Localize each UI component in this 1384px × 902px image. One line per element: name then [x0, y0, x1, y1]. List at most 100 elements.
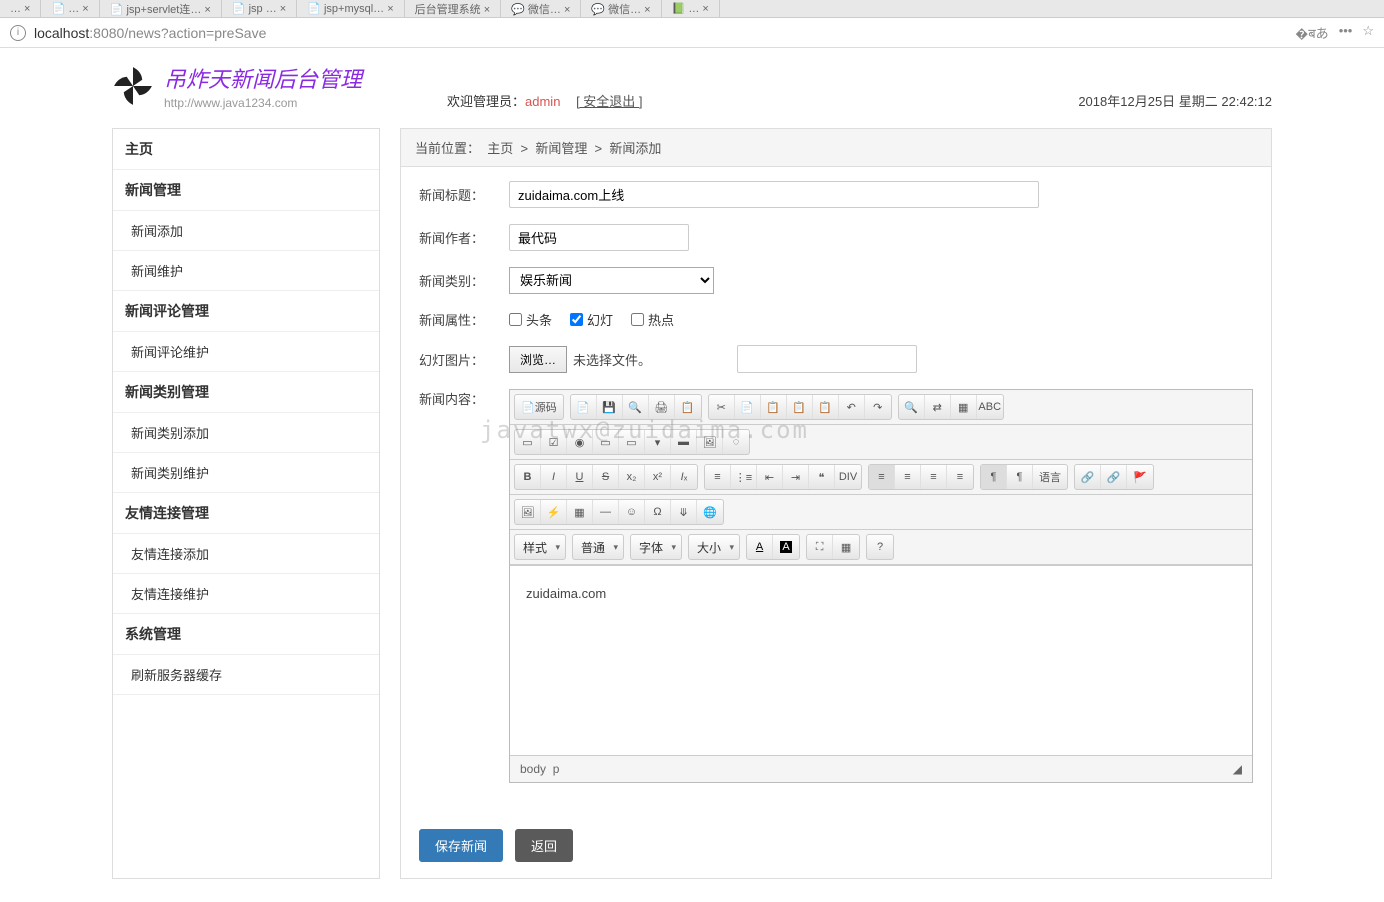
editor-body[interactable]: zuidaima.com — [510, 565, 1252, 755]
select-icon[interactable]: ▾ — [645, 430, 671, 454]
hidden-icon[interactable]: ◌ — [723, 430, 749, 454]
align-left-icon[interactable]: ≡ — [869, 465, 895, 489]
spellcheck-icon[interactable]: ABC — [977, 395, 1003, 419]
hot-checkbox[interactable] — [631, 313, 644, 326]
replace-icon[interactable]: ⇄ — [925, 395, 951, 419]
radio-icon[interactable]: ◉ — [567, 430, 593, 454]
source-button[interactable]: 📄 源码 — [515, 395, 563, 419]
sidebar-sys-mgmt[interactable]: 系统管理 — [113, 614, 379, 655]
pagebreak-icon[interactable]: ⤋ — [671, 500, 697, 524]
path-body[interactable]: body — [520, 762, 546, 776]
save-icon[interactable]: 💾 — [597, 395, 623, 419]
resize-handle-icon[interactable]: ◢ — [1233, 762, 1242, 776]
paste-word-icon[interactable]: 📋 — [813, 395, 839, 419]
sidebar-refresh-cache[interactable]: 刷新服务器缓存 — [113, 655, 379, 695]
textfield-icon[interactable]: ▭ — [593, 430, 619, 454]
specialchar-icon[interactable]: Ω — [645, 500, 671, 524]
find-icon[interactable]: 🔍 — [899, 395, 925, 419]
crumb-mgmt[interactable]: 新闻管理 — [535, 141, 587, 156]
sidebar-cat-mgmt[interactable]: 新闻类别管理 — [113, 372, 379, 413]
reader-icon[interactable]: �बあ — [1295, 23, 1328, 42]
textarea-icon[interactable]: ▭ — [619, 430, 645, 454]
attr-slide[interactable]: 幻灯 — [570, 310, 613, 329]
tab[interactable]: 💬 微信… × — [501, 0, 581, 17]
cat-select[interactable]: 娱乐新闻 — [509, 267, 714, 294]
new-icon[interactable]: 📄 — [571, 395, 597, 419]
sidebar-comment-mgmt[interactable]: 新闻评论管理 — [113, 291, 379, 332]
bgcolor-icon[interactable]: A — [773, 535, 799, 559]
checkbox-icon[interactable]: ☑ — [541, 430, 567, 454]
copy-icon[interactable]: 📄 — [735, 395, 761, 419]
link-icon[interactable]: 🔗 — [1075, 465, 1101, 489]
strike-icon[interactable]: S — [593, 465, 619, 489]
attr-hot[interactable]: 热点 — [631, 310, 674, 329]
head-checkbox[interactable] — [509, 313, 522, 326]
sidebar-cat-add[interactable]: 新闻类别添加 — [113, 413, 379, 453]
preview-icon[interactable]: 🔍 — [623, 395, 649, 419]
tab[interactable]: 📄 jsp+mysql… × — [297, 0, 404, 17]
align-right-icon[interactable]: ≡ — [921, 465, 947, 489]
about-icon[interactable]: ? — [867, 535, 893, 559]
hr-icon[interactable]: — — [593, 500, 619, 524]
cut-icon[interactable]: ✂ — [709, 395, 735, 419]
styles-select[interactable]: 样式 — [514, 534, 566, 560]
selectall-icon[interactable]: ▦ — [951, 395, 977, 419]
smiley-icon[interactable]: ☺ — [619, 500, 645, 524]
form-icon[interactable]: ▭ — [515, 430, 541, 454]
image-icon[interactable]: 🖼 — [515, 500, 541, 524]
paste-icon[interactable]: 📋 — [761, 395, 787, 419]
sidebar-link-maint[interactable]: 友情连接维护 — [113, 574, 379, 614]
sidebar-home[interactable]: 主页 — [113, 129, 379, 170]
tab[interactable]: 📄 … × — [41, 0, 99, 17]
remove-format-icon[interactable]: Iₓ — [671, 465, 697, 489]
crumb-home[interactable]: 主页 — [487, 141, 513, 156]
tab[interactable]: 📗 … × — [662, 0, 720, 17]
div-icon[interactable]: DIV — [835, 465, 861, 489]
tab[interactable]: 📄 jsp … × — [222, 0, 297, 17]
superscript-icon[interactable]: x² — [645, 465, 671, 489]
slide-checkbox[interactable] — [570, 313, 583, 326]
print-icon[interactable]: 🖨 — [649, 395, 675, 419]
bulletlist-icon[interactable]: ⋮≡ — [731, 465, 757, 489]
lang-icon[interactable]: 语言 — [1033, 465, 1067, 489]
tab[interactable]: 📄 jsp+servlet连… × — [100, 0, 222, 17]
sidebar-comment-maint[interactable]: 新闻评论维护 — [113, 332, 379, 372]
browse-button[interactable]: 浏览… — [509, 346, 567, 373]
sidebar-link-mgmt[interactable]: 友情连接管理 — [113, 493, 379, 534]
path-p[interactable]: p — [553, 762, 560, 776]
sidebar-news-maint[interactable]: 新闻维护 — [113, 251, 379, 291]
quote-icon[interactable]: ❝ — [809, 465, 835, 489]
sidebar-news-mgmt[interactable]: 新闻管理 — [113, 170, 379, 211]
file-path-box[interactable] — [737, 345, 917, 373]
bold-icon[interactable]: B — [515, 465, 541, 489]
indent-icon[interactable]: ⇥ — [783, 465, 809, 489]
underline-icon[interactable]: U — [567, 465, 593, 489]
maximize-icon[interactable]: ⛶ — [807, 535, 833, 559]
url-display[interactable]: localhost:8080/news?action=preSave — [34, 25, 1287, 41]
info-icon[interactable]: i — [10, 25, 26, 41]
outdent-icon[interactable]: ⇤ — [757, 465, 783, 489]
star-icon[interactable]: ☆ — [1362, 23, 1374, 42]
format-select[interactable]: 普通 — [572, 534, 624, 560]
align-justify-icon[interactable]: ≡ — [947, 465, 973, 489]
attr-head[interactable]: 头条 — [509, 310, 552, 329]
font-select[interactable]: 字体 — [630, 534, 682, 560]
back-button[interactable]: 返回 — [515, 829, 573, 862]
subscript-icon[interactable]: x₂ — [619, 465, 645, 489]
showblocks-icon[interactable]: ▦ — [833, 535, 859, 559]
anchor-icon[interactable]: 🚩 — [1127, 465, 1153, 489]
rtl-icon[interactable]: ¶ — [1007, 465, 1033, 489]
unlink-icon[interactable]: 🔗 — [1101, 465, 1127, 489]
more-icon[interactable]: ••• — [1339, 23, 1353, 42]
undo-icon[interactable]: ↶ — [839, 395, 865, 419]
button-icon[interactable]: ▬ — [671, 430, 697, 454]
sidebar-cat-maint[interactable]: 新闻类别维护 — [113, 453, 379, 493]
tab[interactable]: … × — [0, 0, 41, 17]
numlist-icon[interactable]: ≡ — [705, 465, 731, 489]
tab[interactable]: 后台管理系统 × — [405, 0, 501, 17]
table-icon[interactable]: ▦ — [567, 500, 593, 524]
iframe-icon[interactable]: 🌐 — [697, 500, 723, 524]
size-select[interactable]: 大小 — [688, 534, 740, 560]
sidebar-news-add[interactable]: 新闻添加 — [113, 211, 379, 251]
logout-link[interactable]: [ 安全退出 ] — [576, 94, 642, 109]
